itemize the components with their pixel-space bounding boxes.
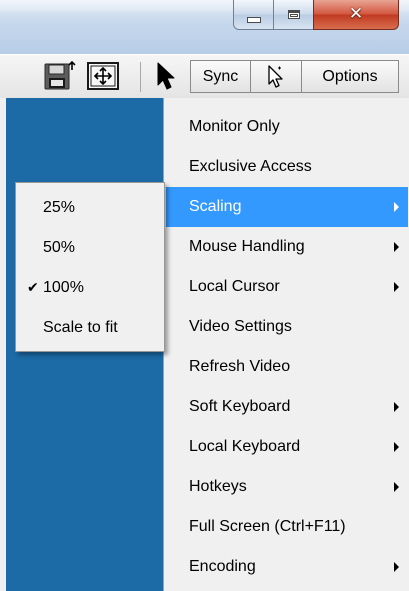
menu-item-scaling[interactable]: Scaling xyxy=(166,187,408,227)
scaling-submenu: 25% 50% ✔ 100% Scale to fit xyxy=(15,182,165,352)
menu-item-hotkeys[interactable]: Hotkeys xyxy=(166,467,408,507)
minimize-button[interactable] xyxy=(233,0,274,30)
submenu-arrow-icon xyxy=(394,562,399,572)
menu-item-monitor-only[interactable]: Monitor Only xyxy=(166,107,408,147)
scaling-option-label: 100% xyxy=(43,279,84,296)
save-button[interactable] xyxy=(41,61,79,91)
menu-item-local-cursor[interactable]: Local Cursor xyxy=(166,267,408,307)
window-titlebar: ✕ xyxy=(0,0,409,54)
scaling-option-100[interactable]: ✔ 100% xyxy=(17,268,163,308)
submenu-arrow-icon xyxy=(394,282,399,292)
maximize-icon xyxy=(287,10,300,19)
options-menu: Monitor Only Exclusive Access Scaling Mo… xyxy=(163,98,409,591)
menu-item-label: Monitor Only xyxy=(189,118,280,135)
menu-item-label: Hotkeys xyxy=(189,478,247,495)
menu-item-label: Exclusive Access xyxy=(189,158,312,175)
menu-item-label: Mouse Handling xyxy=(189,238,305,255)
submenu-arrow-icon xyxy=(394,442,399,452)
submenu-arrow-icon xyxy=(394,402,399,412)
scaling-option-label: 50% xyxy=(43,239,76,256)
menu-item-label: Refresh Video xyxy=(189,358,291,375)
cursor-outline-icon xyxy=(268,64,283,88)
menu-item-label: Video Settings xyxy=(189,318,292,335)
submenu-arrow-icon xyxy=(394,482,399,492)
sync-button[interactable]: Sync xyxy=(190,60,251,93)
menu-item-mouse-handling[interactable]: Mouse Handling xyxy=(166,227,408,267)
fullscreen-button[interactable] xyxy=(83,61,123,91)
toolbar: Sync Options xyxy=(0,54,409,98)
menu-item-label: Full Screen (Ctrl+F11) xyxy=(189,518,346,535)
menu-item-refresh-video[interactable]: Refresh Video xyxy=(166,347,408,387)
options-label: Options xyxy=(322,67,378,85)
menu-item-label: Soft Keyboard xyxy=(189,398,291,415)
close-icon: ✕ xyxy=(348,4,364,24)
minimize-icon xyxy=(246,16,261,23)
sync-label: Sync xyxy=(202,67,239,85)
scaling-option-scale-to-fit[interactable]: Scale to fit xyxy=(17,308,163,348)
menu-item-label: Scaling xyxy=(189,198,242,215)
submenu-arrow-icon xyxy=(394,242,399,252)
menu-item-exclusive-access[interactable]: Exclusive Access xyxy=(166,147,408,187)
move-arrows-icon xyxy=(87,62,119,90)
pointer-button[interactable] xyxy=(152,61,182,91)
maximize-button[interactable] xyxy=(273,0,314,30)
menu-item-soft-keyboard[interactable]: Soft Keyboard xyxy=(166,387,408,427)
scaling-option-label: Scale to fit xyxy=(43,319,118,336)
close-button[interactable]: ✕ xyxy=(313,0,399,30)
options-button[interactable]: Options xyxy=(301,60,399,93)
scaling-option-label: 25% xyxy=(43,199,76,216)
scaling-option-50[interactable]: 50% xyxy=(17,228,163,268)
menu-item-full-screen[interactable]: Full Screen (Ctrl+F11) xyxy=(166,507,408,547)
menu-item-encoding[interactable]: Encoding xyxy=(166,547,408,587)
menu-item-label: Encoding xyxy=(189,558,256,575)
cursor-arrow-icon xyxy=(157,62,175,90)
floppy-disk-icon xyxy=(44,61,76,90)
menu-item-label: Local Keyboard xyxy=(189,438,301,455)
menu-item-local-keyboard[interactable]: Local Keyboard xyxy=(166,427,408,467)
scaling-option-25[interactable]: 25% xyxy=(17,188,163,228)
menu-item-video-settings[interactable]: Video Settings xyxy=(166,307,408,347)
toolbar-separator xyxy=(140,62,141,92)
submenu-arrow-icon xyxy=(394,202,399,212)
pointer-outline-button[interactable] xyxy=(250,60,302,93)
menu-item-label: Local Cursor xyxy=(189,278,280,295)
checkmark-icon: ✔ xyxy=(27,280,39,296)
